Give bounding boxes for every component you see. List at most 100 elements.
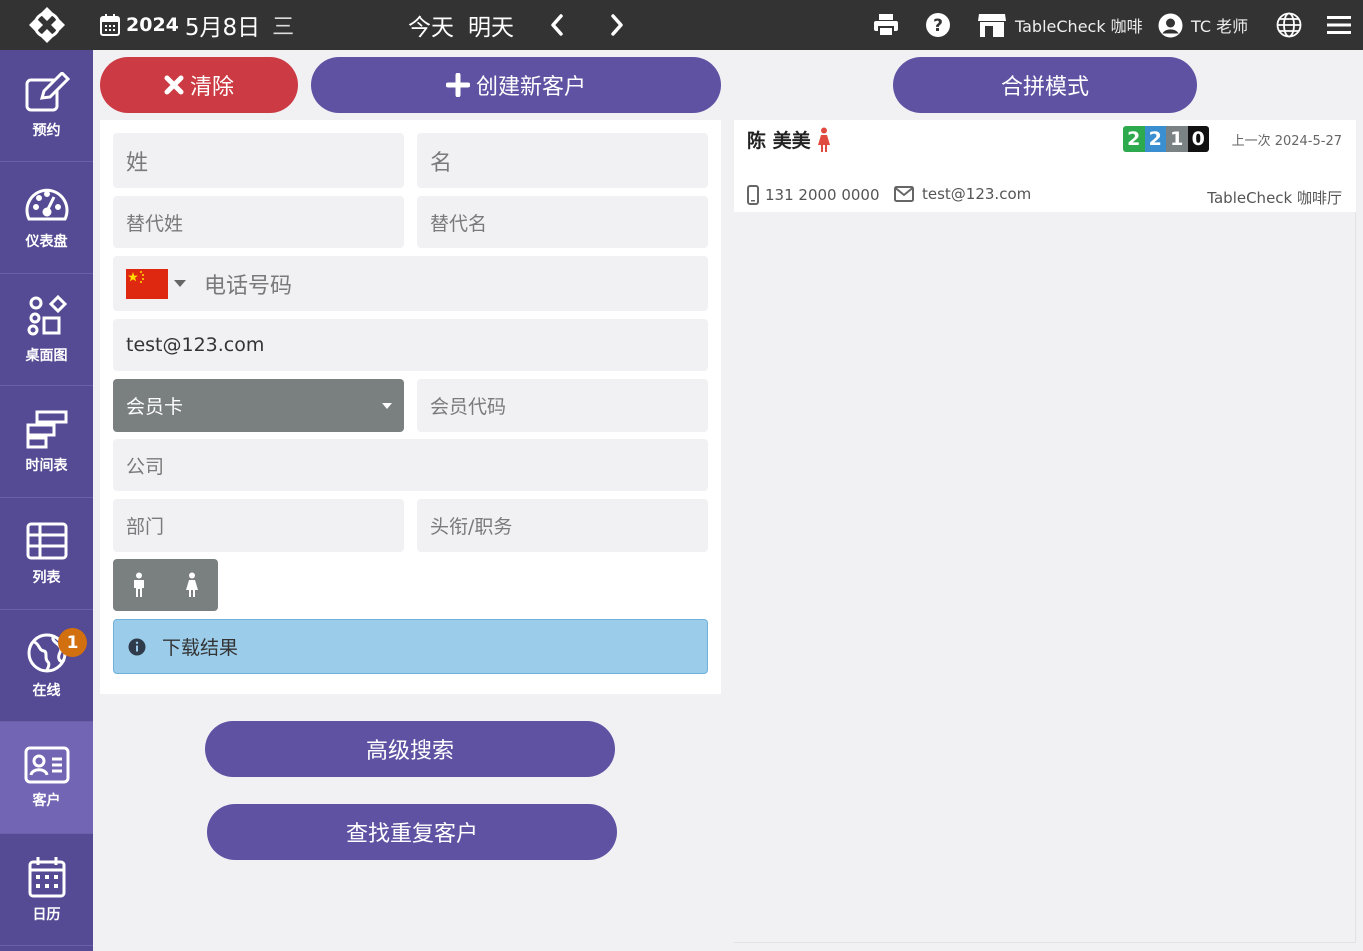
sidebar: 预约 仪表盘 桌面图 时间表 列表 1 在线 客户 日历 (0, 50, 93, 951)
venue-name: TableCheck 咖啡 (1015, 17, 1143, 36)
svg-text:?: ? (933, 16, 943, 36)
customer-venue: TableCheck 咖啡厅 (1207, 189, 1342, 207)
find-duplicates-label: 查找重复客户 (345, 822, 478, 847)
envelope-icon (894, 186, 914, 202)
help-icon[interactable]: ? (925, 0, 951, 50)
sidebar-item-calendar[interactable]: 日历 (0, 834, 93, 946)
male-icon[interactable] (113, 559, 166, 611)
list-icon (26, 522, 67, 559)
advanced-search-label: 高级搜索 (365, 739, 454, 764)
search-results-panel: 陈 美美 2 2 1 0 上一次 2024-5-27 131 2000 0000… (734, 120, 1356, 943)
company-field[interactable]: 公司 (113, 439, 708, 491)
online-count-badge: 1 (58, 628, 87, 657)
customer-email-text: test@123.com (922, 185, 1032, 203)
info-text: 下载结果 (162, 637, 239, 659)
create-customer-button[interactable]: 创建新客户 (311, 57, 721, 113)
merge-mode-label: 合拼模式 (1000, 75, 1089, 100)
date-year: 2024 (126, 14, 179, 36)
count-reservations: 2 (1144, 126, 1166, 152)
advanced-search-button[interactable]: 高级搜索 (205, 721, 615, 777)
tablecheck-logo-icon[interactable] (0, 0, 93, 50)
merge-mode-button[interactable]: 合拼模式 (893, 57, 1197, 113)
clear-button-label: 清除 (189, 75, 234, 100)
top-bar: 2024 5月8日 三 今天 明天 ? TableCheck 咖啡 TC 老师 (0, 0, 1363, 50)
female-icon[interactable] (166, 559, 219, 611)
count-no-shows: 0 (1187, 126, 1209, 152)
timetable-icon (26, 410, 67, 448)
language-globe-icon[interactable] (1276, 0, 1302, 50)
clear-button[interactable]: 清除 (100, 57, 298, 113)
sidebar-item-label: 列表 (32, 569, 61, 586)
next-day-chevron-icon[interactable] (605, 12, 629, 38)
department-field[interactable]: 部门 (113, 499, 404, 552)
info-icon (128, 638, 146, 655)
user-menu[interactable]: TC 老师 (1158, 0, 1248, 50)
close-icon (164, 75, 184, 95)
sidebar-item-dashboard[interactable]: 仪表盘 (0, 162, 93, 274)
sidebar-item-online[interactable]: 1 在线 (0, 610, 93, 722)
email-field[interactable]: test@123.com (113, 319, 708, 371)
edit-icon (25, 71, 70, 111)
phone-placeholder: 电话号码 (204, 273, 293, 299)
customer-search-form: 姓 名 替代姓 替代名 电话号码 test@123.com 会员卡 会员代码 公… (100, 120, 721, 694)
download-results-info[interactable]: 下载结果 (113, 619, 708, 674)
country-flag-china-icon[interactable] (126, 268, 168, 299)
caret-down-icon (174, 279, 186, 287)
last-name-field[interactable]: 姓 (113, 133, 404, 188)
caret-down-icon (382, 402, 392, 409)
last-visit-date: 上一次 2024-5-27 (1231, 134, 1342, 149)
visit-counts: 2 2 1 0 (1123, 126, 1209, 152)
sidebar-item-label: 时间表 (25, 457, 68, 474)
calendar-small-icon (100, 14, 120, 36)
today-link[interactable]: 今天 (408, 8, 454, 42)
venue-selector[interactable]: TableCheck 咖啡 (977, 0, 1143, 50)
sidebar-item-label: 客户 (32, 792, 61, 809)
customer-name: 陈 美美 (747, 126, 831, 153)
membership-card-select[interactable]: 会员卡 (113, 379, 404, 432)
customer-name-text: 陈 美美 (747, 130, 811, 152)
create-customer-label: 创建新客户 (475, 75, 586, 100)
customer-phone-text: 131 2000 0000 (765, 186, 880, 204)
customer-result-card[interactable]: 陈 美美 2 2 1 0 上一次 2024-5-27 131 2000 0000… (734, 120, 1356, 212)
first-name-field[interactable]: 名 (417, 133, 708, 188)
customer-phone: 131 2000 0000 (747, 185, 880, 205)
sidebar-item-label: 在线 (32, 682, 61, 699)
user-name: TC 老师 (1191, 17, 1249, 36)
count-visits: 2 (1123, 126, 1145, 152)
customer-email: test@123.com (894, 185, 1031, 203)
calendar-icon (28, 856, 65, 897)
date-month-day: 5月8日 (184, 15, 261, 41)
find-duplicates-button[interactable]: 查找重复客户 (207, 804, 617, 860)
job-title-field[interactable]: 头衔/职务 (417, 499, 708, 552)
user-avatar-icon (1158, 13, 1183, 37)
hamburger-menu-icon[interactable] (1327, 0, 1351, 50)
phone-field[interactable]: 电话号码 (113, 256, 708, 311)
female-icon (817, 127, 830, 152)
sidebar-item-timetable[interactable]: 时间表 (0, 386, 93, 498)
gender-toggle (113, 559, 218, 611)
dashboard-icon (25, 188, 68, 220)
sidebar-item-label: 预约 (32, 122, 61, 139)
store-icon (978, 14, 1006, 37)
plus-icon (445, 73, 470, 97)
sidebar-item-list[interactable]: 列表 (0, 498, 93, 610)
count-cancellations: 1 (1166, 126, 1188, 152)
sidebar-item-reservations[interactable]: 预约 (0, 50, 93, 162)
date-weekday: 三 (272, 15, 295, 40)
customer-card-icon (24, 746, 69, 783)
tomorrow-link[interactable]: 明天 (468, 8, 514, 42)
sidebar-item-label: 桌面图 (25, 347, 68, 364)
alt-last-name-field[interactable]: 替代姓 (113, 196, 404, 248)
mobile-phone-icon (747, 185, 759, 205)
sidebar-item-customers[interactable]: 客户 (0, 722, 93, 834)
membership-select-value: 会员卡 (126, 396, 184, 418)
alt-first-name-field[interactable]: 替代名 (417, 196, 708, 248)
sidebar-item-label: 日历 (32, 906, 61, 923)
print-icon[interactable] (873, 0, 899, 50)
table-map-icon (27, 294, 67, 335)
member-code-field[interactable]: 会员代码 (417, 379, 708, 432)
date-selector[interactable]: 2024 5月8日 三 (100, 0, 294, 50)
sidebar-item-label: 仪表盘 (25, 233, 68, 250)
prev-day-chevron-icon[interactable] (545, 12, 569, 38)
sidebar-item-table-map[interactable]: 桌面图 (0, 274, 93, 386)
